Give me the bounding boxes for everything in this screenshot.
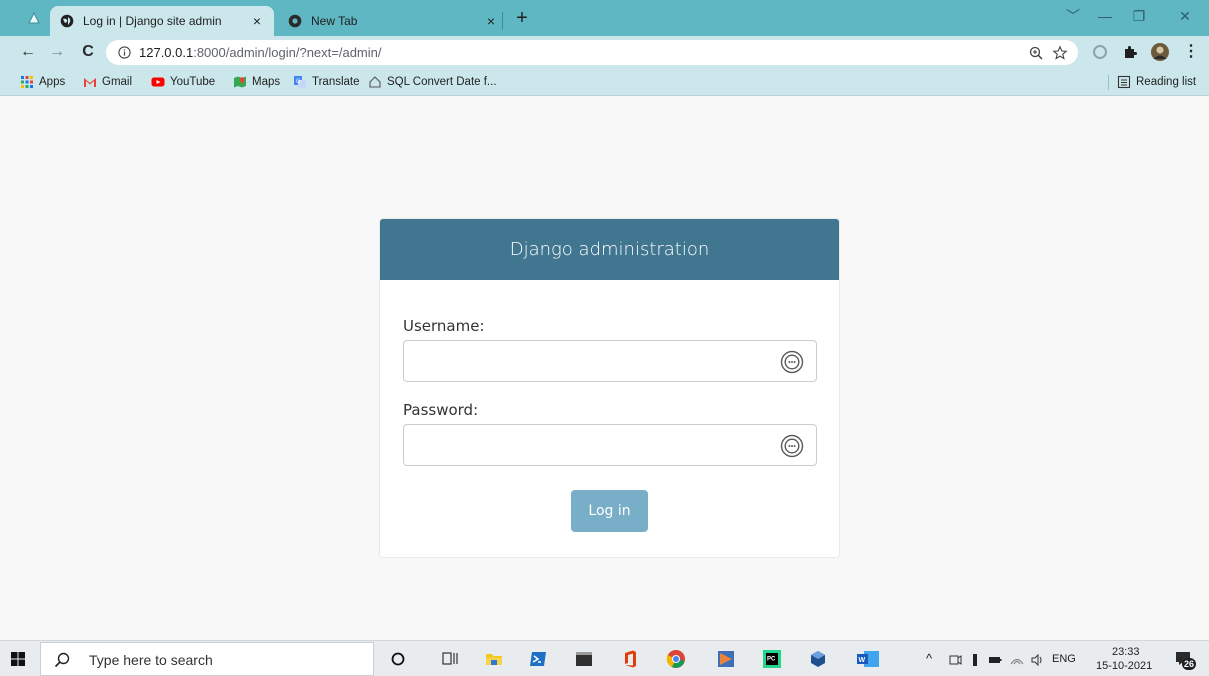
svg-text:PC: PC (767, 657, 776, 663)
profile-avatar-icon[interactable] (1150, 42, 1170, 62)
meet-now-icon[interactable] (948, 653, 962, 667)
tab-title: New Tab (311, 14, 358, 28)
new-tab-button[interactable]: + (510, 7, 534, 31)
clock-date[interactable]: 15-10-2021 (1096, 660, 1152, 672)
extension-ring-icon[interactable] (1092, 44, 1108, 60)
tab-title: Log in | Django site admin (83, 14, 222, 28)
apps-grid-icon (21, 76, 33, 88)
chrome-icon (288, 14, 302, 28)
gmail-icon (84, 78, 96, 87)
extensions-puzzle-icon[interactable] (1122, 44, 1138, 60)
windows-start-icon[interactable] (10, 651, 26, 667)
tab-divider (502, 12, 503, 30)
volume-icon[interactable] (1030, 653, 1044, 667)
reading-list-label: Reading list (1136, 76, 1197, 88)
input-language[interactable]: ENG (1052, 653, 1076, 665)
close-tab-icon[interactable]: × (480, 13, 502, 29)
bookmarks-bar: Apps Gmail YouTube Maps G Translate SQL … (0, 68, 1209, 96)
powershell-icon[interactable] (528, 649, 548, 669)
bookmark-label: Translate (312, 76, 360, 88)
wifi-icon[interactable] (1010, 653, 1024, 667)
close-window-button[interactable]: ✕ (1170, 5, 1200, 27)
bookmark-gmail[interactable]: Gmail (83, 74, 132, 90)
login-header: Django administration (380, 219, 839, 280)
bookmark-label: Maps (252, 76, 281, 88)
close-tab-icon[interactable]: × (246, 13, 268, 29)
browser-tab-strip: Log in | Django site admin × New Tab × +… (0, 0, 1209, 36)
bookmark-star-icon[interactable] (1052, 45, 1068, 61)
search-placeholder: Type here to search (89, 652, 213, 668)
file-explorer-icon[interactable] (484, 649, 504, 669)
password-manager-icon[interactable] (780, 434, 804, 458)
url-host: 127.0.0.1 (139, 45, 194, 60)
url-path: :8000/admin/login/?next=/admin/ (193, 45, 382, 60)
pycharm-icon[interactable]: PC (762, 649, 782, 669)
task-view-icon[interactable] (440, 649, 460, 669)
tab-django-login[interactable]: Log in | Django site admin × (50, 6, 274, 36)
minimize-button[interactable]: — (1090, 5, 1120, 27)
url-text[interactable]: 127.0.0.1:8000/admin/login/?next=/admin/ (139, 45, 381, 60)
bookmark-translate[interactable]: G Translate (293, 74, 360, 90)
clock-time[interactable]: 23:33 (1112, 646, 1140, 658)
bookmark-label: Gmail (102, 76, 133, 88)
battery-icon[interactable] (988, 653, 1002, 667)
chrome-taskbar-icon[interactable] (666, 649, 686, 669)
svg-text:G: G (296, 79, 301, 85)
notification-center[interactable]: 26 (1174, 649, 1196, 670)
search-icon (54, 652, 70, 668)
bookmarks-divider (1108, 75, 1109, 90)
info-icon[interactable] (118, 46, 131, 59)
bookmark-label: SQL Convert Date f... (387, 76, 497, 88)
maps-icon (234, 76, 246, 88)
bookmark-maps[interactable]: Maps (233, 74, 280, 90)
windows-taskbar: Type here to search PC W ^ ENG 23:33 15-… (0, 640, 1209, 676)
address-bar[interactable]: 127.0.0.1:8000/admin/login/?next=/admin/ (106, 40, 1078, 65)
browser-toolbar: ← → C 127.0.0.1:8000/admin/login/?next=/… (0, 36, 1209, 68)
virtualbox-icon[interactable] (808, 649, 828, 669)
terminal-icon[interactable] (574, 649, 594, 669)
forward-button[interactable]: → (46, 41, 68, 63)
password-manager-icon[interactable] (780, 350, 804, 374)
bookmark-sql-convert[interactable]: SQL Convert Date f... (368, 74, 497, 90)
back-button[interactable]: ← (17, 41, 39, 63)
restore-button[interactable]: ❐ (1124, 5, 1154, 27)
taskbar-search-box[interactable]: Type here to search (40, 642, 374, 676)
page-icon (369, 76, 381, 88)
login-card: Django administration Username: Password… (379, 218, 840, 558)
tab-new-tab[interactable]: New Tab × (280, 6, 508, 36)
reading-list-button[interactable]: Reading list (1117, 74, 1196, 90)
site-title: Django administration (509, 239, 710, 260)
notification-count-badge: 26 (1182, 658, 1196, 670)
word-icon[interactable]: W (856, 649, 880, 669)
password-label: Password: (403, 401, 479, 419)
office-icon[interactable] (620, 649, 640, 669)
usb-device-icon[interactable] (968, 653, 982, 667)
username-input[interactable] (403, 340, 817, 382)
svg-text:W: W (859, 657, 866, 664)
globe-icon (60, 14, 74, 28)
login-button[interactable]: Log in (571, 490, 648, 532)
translate-icon: G (294, 76, 306, 88)
reload-button[interactable]: C (77, 41, 99, 63)
show-hidden-icons-icon[interactable]: ^ (926, 651, 932, 666)
zoom-icon[interactable] (1028, 45, 1044, 61)
username-label: Username: (403, 317, 485, 335)
tab-search-dropdown-icon[interactable]: ﹀ (1058, 5, 1088, 27)
cortana-icon[interactable] (388, 649, 408, 669)
reading-list-icon (1117, 75, 1131, 89)
bookmark-label: Apps (39, 76, 66, 88)
tab-search-icon[interactable] (26, 10, 42, 26)
youtube-icon (151, 77, 165, 87)
bookmark-apps[interactable]: Apps (20, 74, 65, 90)
app-icon-arrow[interactable] (716, 649, 736, 669)
bookmark-label: YouTube (170, 76, 216, 88)
bookmark-youtube[interactable]: YouTube (151, 74, 215, 90)
password-input[interactable] (403, 424, 817, 466)
browser-menu-icon[interactable]: ⋮ (1180, 41, 1202, 63)
